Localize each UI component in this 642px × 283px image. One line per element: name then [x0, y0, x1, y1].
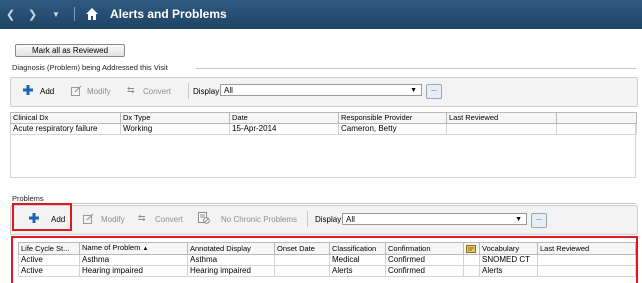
problems-toolbar: Add Modify ⇆ Convert No Chronic Problems…	[10, 205, 638, 235]
column-header-dx-type[interactable]: Dx Type	[120, 112, 230, 124]
forward-icon[interactable]: ❯	[28, 8, 37, 21]
diagnosis-convert-button[interactable]: Convert	[143, 87, 171, 96]
problems-display-select[interactable]: All ▼	[342, 213, 527, 225]
problems-modify-button[interactable]: Modify	[101, 215, 125, 224]
add-button-highlight	[12, 203, 72, 231]
problems-section-label: Problems	[12, 194, 44, 203]
diagnosis-display-value: All	[224, 86, 233, 95]
convert-icon: ⇆	[127, 85, 135, 95]
table-header-row: Clinical Dx Dx Type Date Responsible Pro…	[10, 112, 637, 124]
column-header-clinical-dx[interactable]: Clinical Dx	[10, 112, 121, 124]
diagnosis-add-button[interactable]: Add	[40, 87, 54, 96]
dropdown-icon[interactable]: ▼	[52, 10, 60, 19]
diagnosis-section-label: Diagnosis (Problem) being Addressed this…	[12, 63, 168, 72]
modify-icon	[71, 85, 82, 96]
home-icon[interactable]	[85, 7, 99, 21]
diagnosis-modify-button[interactable]: Modify	[87, 87, 111, 96]
no-chronic-problems-button[interactable]: No Chronic Problems	[221, 215, 297, 224]
add-icon[interactable]	[23, 85, 33, 95]
diagnosis-display-select[interactable]: All ▼	[220, 84, 422, 96]
problems-table-highlight	[11, 236, 638, 283]
toolbar-divider	[307, 211, 308, 227]
section-divider	[12, 203, 636, 204]
window-title: Alerts and Problems	[110, 7, 227, 21]
mark-all-reviewed-button[interactable]: Mark all as Reviewed	[15, 44, 125, 57]
section-divider	[196, 68, 636, 69]
column-header-blank	[556, 112, 637, 124]
divider	[74, 7, 75, 21]
no-chronic-icon	[198, 212, 210, 224]
diagnosis-more-button[interactable]: ...	[426, 84, 442, 99]
title-bar: ❮ ❯ ▼ Alerts and Problems	[0, 0, 642, 29]
diagnosis-table-empty-area	[10, 124, 636, 178]
problems-display-value: All	[346, 215, 355, 224]
problems-convert-button[interactable]: Convert	[155, 215, 183, 224]
toolbar-divider	[188, 83, 189, 99]
column-header-responsible-provider[interactable]: Responsible Provider	[338, 112, 447, 124]
chevron-down-icon: ▼	[410, 87, 417, 94]
convert-icon: ⇆	[138, 213, 146, 223]
column-header-last-reviewed[interactable]: Last Reviewed	[446, 112, 557, 124]
problems-display-label: Display:	[315, 215, 344, 224]
modify-icon	[83, 213, 94, 224]
chevron-down-icon: ▼	[515, 216, 522, 223]
back-icon[interactable]: ❮	[6, 8, 15, 21]
diagnosis-display-label: Display:	[193, 87, 222, 96]
diagnosis-toolbar: Add Modify ⇆ Convert Display: All ▼ ...	[10, 77, 638, 107]
column-header-date[interactable]: Date	[229, 112, 339, 124]
problems-more-button[interactable]: ...	[531, 213, 547, 228]
